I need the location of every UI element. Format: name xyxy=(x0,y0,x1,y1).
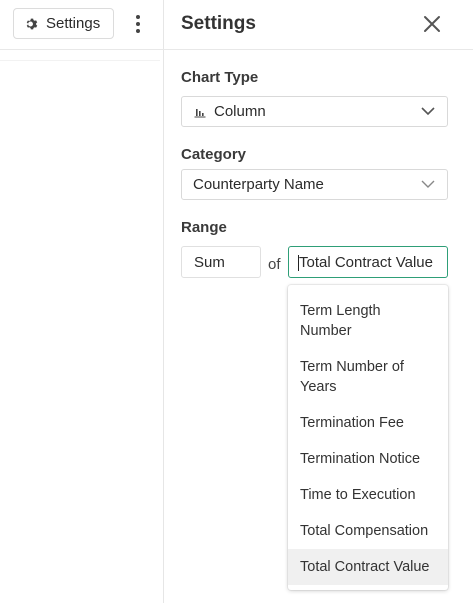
divider xyxy=(0,60,160,61)
range-field-dropdown: Term Length Number Term Number of Years … xyxy=(288,285,448,590)
left-pane: Settings xyxy=(0,0,164,603)
category-select[interactable]: Counterparty Name xyxy=(181,169,448,200)
category-value: Counterparty Name xyxy=(193,176,324,193)
category-label: Category xyxy=(181,146,247,163)
dropdown-option[interactable]: Total Compensation xyxy=(288,521,448,541)
aggregate-value: Sum xyxy=(194,253,225,271)
gear-icon xyxy=(26,18,38,29)
settings-button-label: Settings xyxy=(46,15,101,32)
range-field-input[interactable]: Total Contract Value xyxy=(288,246,448,278)
dropdown-option[interactable]: Term Length Number xyxy=(288,301,448,341)
settings-panel: Settings Chart Type Column Category Coun… xyxy=(164,0,473,603)
aggregate-select[interactable]: Sum xyxy=(181,246,261,278)
chart-type-value: Column xyxy=(214,103,266,120)
chart-type-label: Chart Type xyxy=(181,69,259,86)
chevron-down-icon xyxy=(421,107,435,116)
range-field-value: Total Contract Value xyxy=(299,253,433,271)
chart-type-select[interactable]: Column xyxy=(181,96,448,127)
close-icon[interactable] xyxy=(421,13,443,35)
text-caret xyxy=(298,255,299,271)
chevron-down-icon xyxy=(421,180,435,188)
panel-header: Settings xyxy=(164,0,473,50)
dropdown-option[interactable]: Term Number of Years xyxy=(288,357,448,397)
dropdown-option-selected[interactable]: Total Contract Value xyxy=(288,549,448,585)
of-label: of xyxy=(268,256,281,273)
panel-title: Settings xyxy=(181,13,256,34)
dropdown-option[interactable]: Termination Notice xyxy=(288,449,448,469)
column-chart-icon xyxy=(194,108,206,117)
dropdown-option[interactable]: Time to Execution xyxy=(288,485,448,505)
range-label: Range xyxy=(181,219,227,236)
more-options-icon[interactable] xyxy=(129,12,147,36)
left-toolbar: Settings xyxy=(0,0,164,50)
dropdown-option[interactable]: Termination Fee xyxy=(288,413,448,433)
settings-button[interactable]: Settings xyxy=(13,8,114,39)
